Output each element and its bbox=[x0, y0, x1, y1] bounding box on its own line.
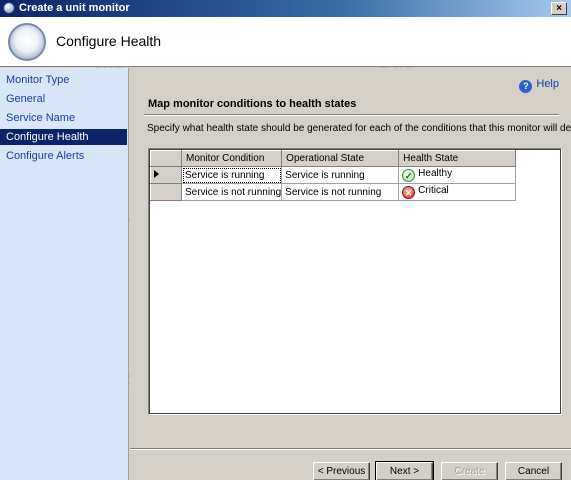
sidebar-item-general[interactable]: General bbox=[0, 91, 127, 107]
wizard-footer: < Previous Next > Create Cancel bbox=[130, 448, 571, 480]
health-state-cell[interactable]: ✕ Critical bbox=[398, 183, 517, 201]
row-selector[interactable] bbox=[150, 166, 182, 184]
create-button[interactable]: Create bbox=[441, 462, 498, 480]
grid-corner-header bbox=[150, 150, 182, 167]
health-state-cell[interactable]: ✓ Healthy bbox=[398, 166, 517, 184]
healthy-check-icon: ✓ bbox=[402, 169, 416, 182]
cancel-button[interactable]: Cancel bbox=[505, 462, 562, 480]
health-mapping-grid[interactable]: Monitor Condition Operational State Heal… bbox=[148, 148, 562, 415]
help-link[interactable]: ? Help bbox=[519, 78, 559, 93]
health-state-label: Healthy bbox=[418, 168, 453, 179]
page-title: Configure Health bbox=[56, 33, 162, 49]
wizard-header: Configure Health bbox=[0, 17, 571, 67]
next-button[interactable]: Next > bbox=[375, 461, 434, 480]
monitor-condition-cell[interactable]: Service is not running bbox=[180, 183, 283, 201]
close-button[interactable]: × bbox=[551, 2, 567, 15]
table-row[interactable]: Service is not running Service is not ru… bbox=[150, 183, 517, 201]
sidebar-item-configure-health[interactable]: Configure Health bbox=[0, 129, 127, 145]
wizard-steps-sidebar: Monitor Type General Service Name Config… bbox=[0, 68, 129, 480]
row-selector[interactable] bbox=[150, 183, 182, 201]
title-bar[interactable]: Create a unit monitor × bbox=[0, 0, 571, 17]
health-state-label: Critical bbox=[418, 185, 449, 196]
sidebar-item-configure-alerts[interactable]: Configure Alerts bbox=[0, 148, 127, 164]
help-label: Help bbox=[536, 78, 559, 90]
help-icon: ? bbox=[519, 80, 533, 93]
column-header-operational-state[interactable]: Operational State bbox=[281, 150, 400, 167]
wizard-orb-icon bbox=[8, 23, 46, 61]
main-content: ? Help Map monitor conditions to health s… bbox=[130, 68, 571, 448]
operational-state-cell[interactable]: Service is not running bbox=[281, 183, 400, 201]
section-divider bbox=[144, 114, 559, 116]
column-header-monitor-condition[interactable]: Monitor Condition bbox=[180, 150, 283, 167]
monitor-condition-cell[interactable]: Service is running bbox=[180, 166, 283, 184]
table-row[interactable]: Service is running Service is running ✓ H… bbox=[150, 166, 517, 184]
critical-x-icon: ✕ bbox=[402, 186, 416, 199]
operational-state-cell[interactable]: Service is running bbox=[281, 166, 400, 184]
window-title: Create a unit monitor bbox=[19, 2, 130, 14]
sidebar-item-service-name[interactable]: Service Name bbox=[0, 110, 127, 126]
sidebar-item-monitor-type[interactable]: Monitor Type bbox=[0, 72, 127, 88]
app-icon bbox=[3, 2, 15, 14]
column-header-health-state[interactable]: Health State bbox=[398, 150, 517, 167]
current-row-arrow-icon bbox=[154, 169, 159, 178]
health-mapping-table: Monitor Condition Operational State Heal… bbox=[150, 150, 517, 201]
section-title: Map monitor conditions to health states bbox=[148, 98, 357, 110]
previous-button[interactable]: < Previous bbox=[313, 462, 370, 480]
description-text: Specify what health state should be gene… bbox=[147, 123, 571, 134]
